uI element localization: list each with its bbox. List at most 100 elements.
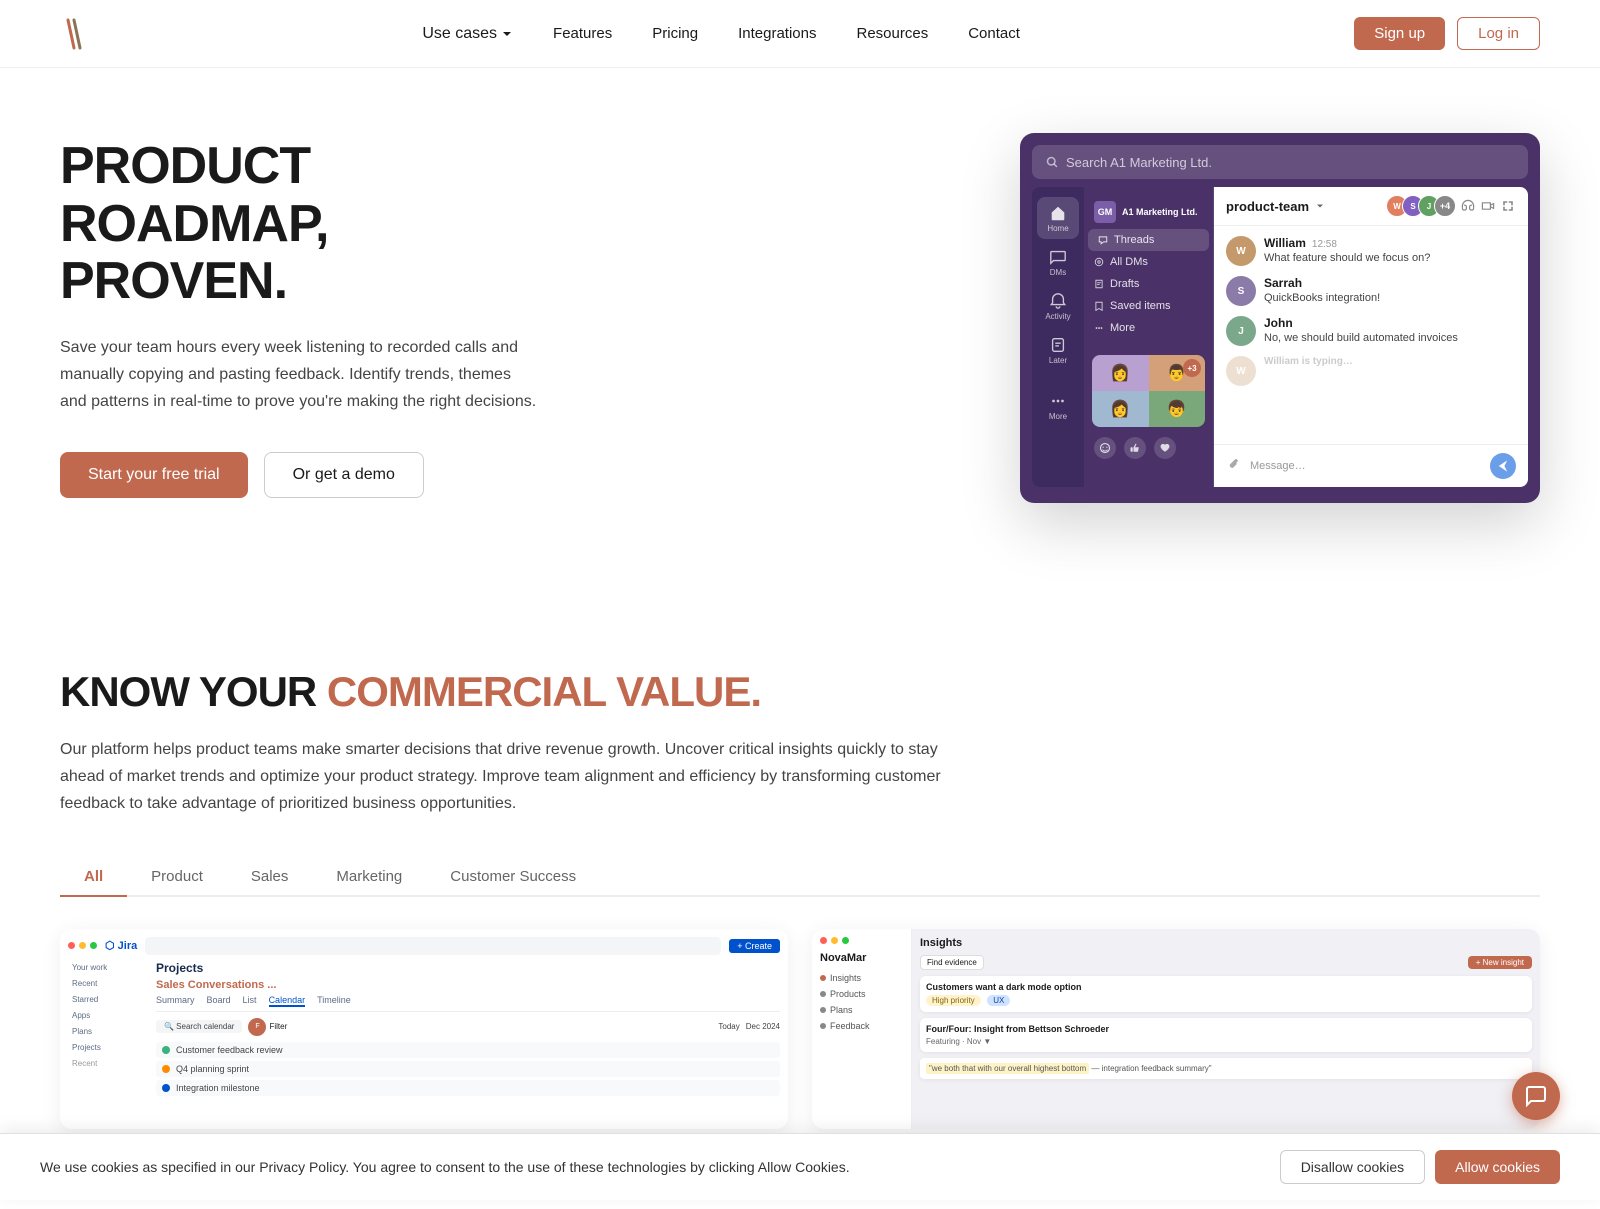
cookie-banner: We use cookies as specified in our Priva… [0,1133,1600,1200]
send-button[interactable] [1490,453,1516,479]
nav-actions: Sign up Log in [1354,17,1540,50]
heart-button[interactable] [1154,437,1176,459]
icon-rail: Home DMs Activity Later [1032,187,1084,487]
jira-layout: Your work Recent Starred Apps Plans Proj… [68,961,780,1096]
channel-all-dms[interactable]: All DMs [1084,251,1213,273]
expand-icon[interactable] [1500,198,1516,214]
tab-marketing[interactable]: Marketing [312,858,426,897]
tab-timeline[interactable]: Timeline [317,995,351,1007]
attachment-icon[interactable] [1226,458,1242,474]
login-button[interactable]: Log in [1457,17,1540,50]
insights-title: Insights [920,937,1532,949]
tab-customer-success[interactable]: Customer Success [426,858,600,897]
insight-2-meta: Featuring · Nov ▼ [926,1037,1526,1046]
thumbs-button[interactable] [1124,437,1146,459]
video-icon[interactable] [1480,198,1496,214]
chat-messages: W William 12:58 What feature should we f… [1214,226,1528,444]
group-call-preview: 👩 👨 👩 👦 +3 [1092,355,1205,427]
channel-saved[interactable]: Saved items [1084,295,1213,317]
window-dots [68,942,97,949]
message-william: W William 12:58 What feature should we f… [1226,236,1516,266]
nm-feedback-nav[interactable]: Feedback [820,1018,903,1034]
jira-apps[interactable]: Apps [68,1009,148,1022]
jira-recent-link[interactable]: Recent [68,1057,148,1070]
jira-plans[interactable]: Plans [68,1025,148,1038]
tab-summary[interactable]: Summary [156,995,195,1007]
tab-all[interactable]: All [60,858,127,897]
nav-links: Use cases Features Pricing Integrations … [422,25,1020,43]
insight-1-title: Customers want a dark mode option [926,982,1526,992]
nav-more-icon[interactable]: More [1037,385,1079,427]
allow-cookies-button[interactable]: Allow cookies [1435,1150,1560,1184]
reaction-controls [1084,431,1213,465]
tab-sales[interactable]: Sales [227,858,313,897]
emoji-button[interactable] [1094,437,1116,459]
jira-starred[interactable]: Starred [68,993,148,1006]
nav-contact[interactable]: Contact [968,25,1020,42]
message-input[interactable]: Message… [1250,460,1482,472]
jira-create-button[interactable]: + Create [729,939,780,953]
start-trial-button[interactable]: Start your free trial [60,452,248,498]
nav-use-cases[interactable]: Use cases [422,25,513,43]
sarrah-message-content: Sarrah QuickBooks integration! [1264,276,1380,304]
jira-tabs: Summary Board List Calendar Timeline [156,995,780,1012]
hero-title: PRODUCT ROADMAP, PROVEN. [60,138,540,310]
hero-section: PRODUCT ROADMAP, PROVEN. Save your team … [0,68,1600,588]
nav-activity-icon[interactable]: Activity [1037,285,1079,327]
nav-features[interactable]: Features [553,25,612,42]
channel-threads[interactable]: Threads [1088,229,1209,251]
tab-board[interactable]: Board [207,995,231,1007]
search-calendar-button[interactable]: 🔍 Search calendar [156,1020,242,1033]
navigation: Use cases Features Pricing Integrations … [0,0,1600,68]
get-demo-button[interactable]: Or get a demo [264,452,424,498]
mockup-search-bar[interactable]: Search A1 Marketing Ltd. [1032,145,1528,179]
tab-product[interactable]: Product [127,858,227,897]
headphone-icon[interactable] [1460,198,1476,214]
live-chat-widget[interactable] [1512,1072,1560,1120]
john-message-content: John No, we should build automated invoi… [1264,316,1458,344]
jira-your-work[interactable]: Your work [68,961,148,974]
nm-plans-nav[interactable]: Plans [820,1002,903,1018]
close-dot [68,942,75,949]
channel-drafts[interactable]: Drafts [1084,273,1213,295]
channel-list: GM A1 Marketing Ltd. Threads All DMs Dra… [1084,187,1214,487]
insight-1-tags: High priority UX [926,995,1526,1006]
min-dot [79,942,86,949]
disallow-cookies-button[interactable]: Disallow cookies [1280,1150,1425,1184]
nav-pricing[interactable]: Pricing [652,25,698,42]
insight-card-2: Four/Four: Insight from Bettson Schroede… [920,1018,1532,1052]
insight-card-1: Customers want a dark mode option High p… [920,976,1532,1012]
screenshot-grid: ⬡ Jira + Create Your work Recent Starred… [60,929,1540,1129]
nav-integrations[interactable]: Integrations [738,25,816,42]
screenshot-jira: ⬡ Jira + Create Your work Recent Starred… [60,929,788,1129]
jira-mockup: ⬡ Jira + Create Your work Recent Starred… [60,929,788,1129]
filter-button[interactable]: F Filter [248,1018,287,1036]
message-john: J John No, we should build automated inv… [1226,316,1516,346]
nav-home-icon[interactable]: Home [1037,197,1079,239]
john-avatar: J [1226,316,1256,346]
nm-insights-nav[interactable]: Insights [820,970,903,986]
tab-list[interactable]: List [243,995,257,1007]
find-evidence-button[interactable]: Find evidence [920,955,984,970]
jira-search-bar[interactable] [145,937,721,955]
app-mockup: Search A1 Marketing Ltd. Home DMs [1020,133,1540,503]
jira-recent[interactable]: Recent [68,977,148,990]
window-dots-2 [820,937,903,944]
nav-later-icon[interactable]: Later [1037,329,1079,371]
hero-illustration: Search A1 Marketing Ltd. Home DMs [580,133,1540,503]
project-title: Sales Conversations ... [156,979,780,991]
insights-sidebar: NovaMar Insights Products Plans [812,929,912,1129]
jira-projects[interactable]: Projects [68,1041,148,1054]
logo[interactable] [60,16,88,52]
nav-resources[interactable]: Resources [857,25,929,42]
nav-dms-icon[interactable]: DMs [1037,241,1079,283]
channel-more[interactable]: More [1084,317,1213,339]
mockup-body: Home DMs Activity Later [1032,187,1528,487]
nm-products-nav[interactable]: Products [820,986,903,1002]
signup-button[interactable]: Sign up [1354,17,1445,50]
section2-subtitle: Our platform helps product teams make sm… [60,736,960,818]
jira-row-3: Integration milestone [156,1080,780,1096]
new-insight-button[interactable]: + New insight [1468,956,1532,969]
date-display: Today [718,1022,739,1031]
tab-calendar[interactable]: Calendar [269,995,306,1007]
